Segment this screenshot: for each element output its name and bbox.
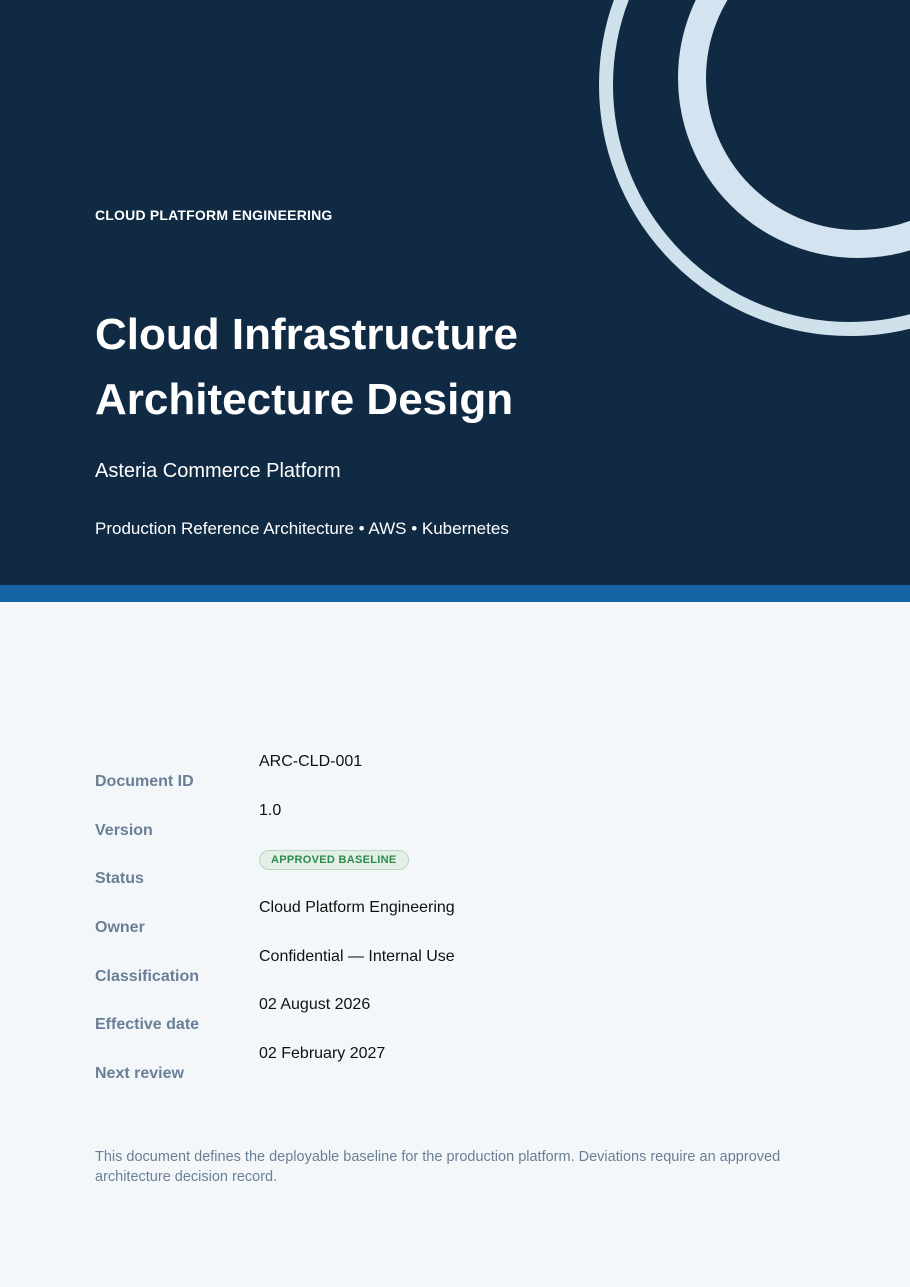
label-document-id: Document ID: [95, 773, 194, 790]
baseline-footnote: This document defines the deployable bas…: [95, 1149, 781, 1185]
document-subtitle: Asteria Commerce Platform: [95, 460, 341, 482]
value-classification: Confidential — Internal Use: [259, 947, 455, 965]
metadata-labels: Document ID Version Status Owner Classif…: [95, 773, 199, 1114]
status-badge: APPROVED BASELINE: [259, 850, 409, 871]
cover-hero: CLOUD PLATFORM ENGINEERING Cloud Infrast…: [0, 0, 910, 585]
department-eyebrow: CLOUD PLATFORM ENGINEERING: [95, 207, 333, 223]
value-next-review: 02 February 2027: [259, 1045, 386, 1063]
title-line-2: Architecture Design: [95, 375, 514, 424]
value-status: APPROVED BASELINE: [259, 850, 455, 899]
label-next-review: Next review: [95, 1065, 184, 1083]
decorative-rings: [599, 0, 910, 336]
label-status: Status: [95, 870, 144, 888]
value-owner: Cloud Platform Engineering: [259, 899, 455, 917]
document-title: Cloud Infrastructure Architecture Design: [95, 302, 615, 432]
title-line-1: Cloud Infrastructure: [95, 310, 518, 359]
label-classification: Classification: [95, 967, 200, 985]
metadata-values: ARC-CLD-001 1.0 APPROVED BASELINE Cloud …: [259, 753, 455, 1094]
label-owner: Owner: [95, 919, 145, 937]
value-document-id: ARC-CLD-001: [259, 753, 363, 770]
label-effective-date: Effective date: [95, 1016, 200, 1034]
value-effective-date: 02 August 2026: [259, 996, 371, 1014]
inner-ring: [678, 0, 910, 258]
accent-bar: [0, 585, 910, 602]
value-version: 1.0: [259, 801, 282, 819]
outer-ring: [599, 0, 910, 336]
document-tagline: Production Reference Architecture • AWS …: [95, 519, 509, 538]
label-version: Version: [95, 821, 153, 839]
